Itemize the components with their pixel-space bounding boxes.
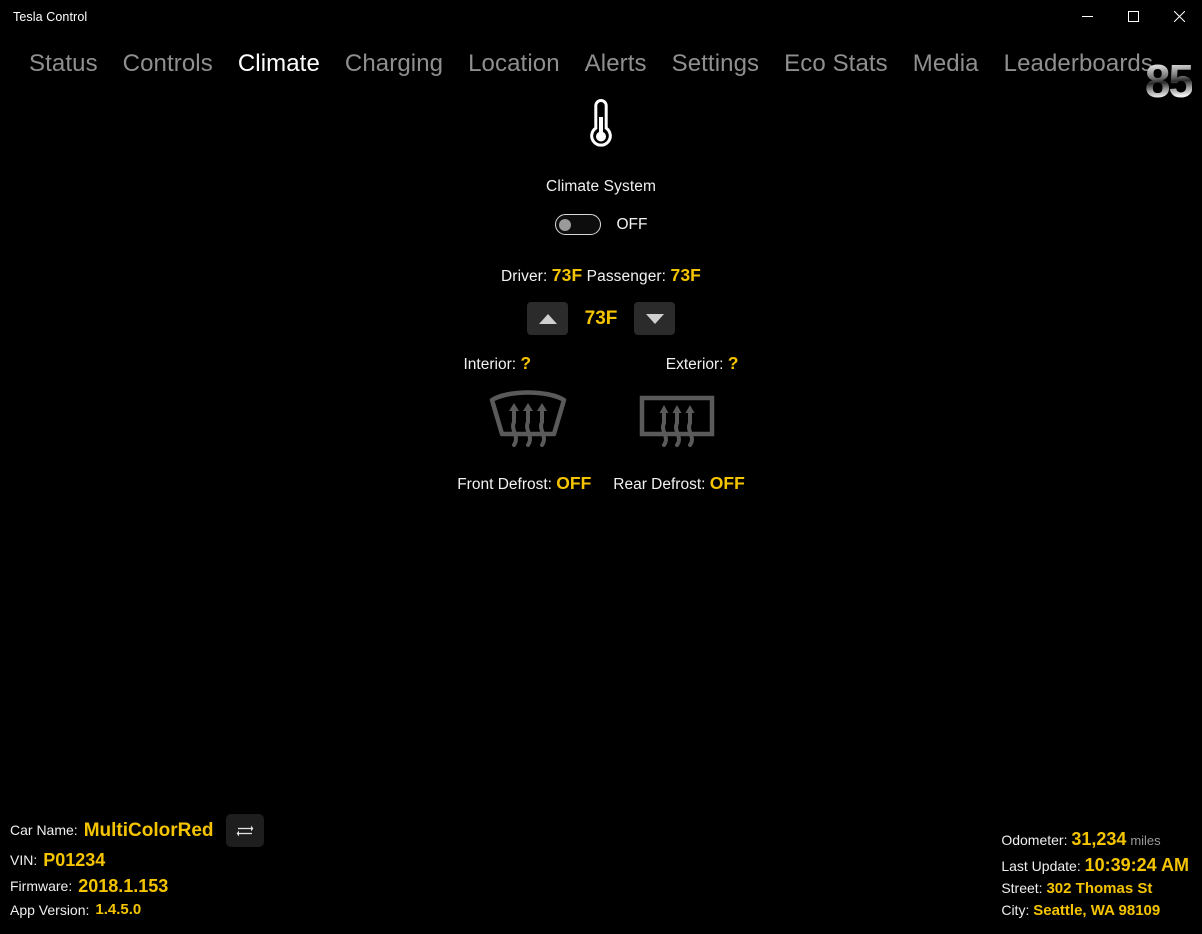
nav-items-container: Status Controls Climate Charging Location Ale… — [0, 33, 1202, 95]
city-row: City: Seattle, WA 98109 — [1001, 900, 1189, 921]
climate-system-toggle-row: OFF — [554, 214, 648, 235]
defrost-icons-row — [484, 386, 718, 453]
nav-item-media[interactable]: Media — [913, 52, 979, 76]
odometer-row: Odometer: 31,234 miles — [1001, 827, 1189, 853]
temperature-decrease-button[interactable] — [634, 302, 675, 335]
rear-defrost-status-group: Rear Defrost: OFF — [613, 473, 744, 494]
nav-item-status[interactable]: Status — [29, 52, 98, 76]
toggle-knob — [558, 218, 571, 231]
car-name-value: MultiColorRed — [83, 819, 214, 841]
status-info-panel: Odometer: 31,234 miles Last Update: 10:3… — [1001, 827, 1189, 921]
interior-temp-value: ? — [520, 353, 532, 373]
nav-item-alerts[interactable]: Alerts — [585, 52, 647, 76]
rear-defrost-label: Rear Defrost: — [613, 476, 706, 493]
triangle-up-icon — [538, 313, 557, 324]
street-value: 302 Thomas St — [1046, 880, 1153, 898]
window-title: Tesla Control — [13, 9, 88, 24]
temperature-stepper: 73F — [527, 302, 675, 335]
app-version-label: App Version: — [10, 901, 90, 918]
passenger-label: Passenger: — [586, 268, 667, 285]
front-defrost-status-group: Front Defrost: OFF — [457, 473, 591, 494]
city-label: City: — [1001, 901, 1030, 918]
nav-item-controls[interactable]: Controls — [123, 52, 213, 76]
interior-label: Interior: — [463, 356, 517, 373]
car-name-label: Car Name: — [10, 822, 78, 839]
vin-value: P01234 — [43, 850, 106, 871]
firmware-row: Firmware: 2018.1.153 — [10, 873, 264, 899]
defrost-status-row: Front Defrost: OFF Rear Defrost: OFF — [457, 473, 745, 494]
odometer-unit: miles — [1130, 833, 1161, 849]
odometer-value: 31,234 — [1071, 829, 1127, 850]
city-value: Seattle, WA 98109 — [1033, 901, 1161, 919]
close-button[interactable] — [1156, 0, 1202, 33]
window-controls — [1064, 0, 1202, 33]
driver-passenger-temps: Driver: 73F Passenger: 73F — [501, 265, 701, 286]
nav-item-eco-stats[interactable]: Eco Stats — [784, 52, 888, 76]
maximize-button[interactable] — [1110, 0, 1156, 33]
nav-item-location[interactable]: Location — [468, 52, 560, 76]
rear-defrost-icon[interactable] — [636, 388, 718, 453]
odometer-label: Odometer: — [1001, 832, 1068, 849]
nav-item-leaderboards[interactable]: Leaderboards — [1004, 52, 1153, 76]
street-label: Street: — [1001, 880, 1043, 897]
triangle-down-icon — [645, 313, 664, 324]
exterior-temp-group: Exterior: ? — [666, 353, 739, 374]
interior-temp-group: Interior: ? — [464, 353, 532, 374]
temperature-increase-button[interactable] — [527, 302, 568, 335]
rear-defrost-state: OFF — [709, 473, 745, 493]
app-version-value: 1.4.5.0 — [95, 901, 142, 919]
street-row: Street: 302 Thomas St — [1001, 878, 1189, 899]
passenger-temp-value: 73F — [670, 265, 701, 285]
nav-item-settings[interactable]: Settings — [672, 52, 760, 76]
last-update-value: 10:39:24 AM — [1084, 854, 1189, 875]
vehicle-info-panel: Car Name: MultiColorRed VIN: P01234 Firm… — [10, 814, 264, 921]
app-version-row: App Version: 1.4.5.0 — [10, 899, 264, 921]
vin-label: VIN: — [10, 851, 38, 868]
swap-arrows-icon — [236, 825, 253, 836]
vin-row: VIN: P01234 — [10, 847, 264, 873]
thermometer-icon — [588, 95, 614, 150]
last-update-row: Last Update: 10:39:24 AM — [1001, 853, 1189, 879]
climate-system-label: Climate System — [546, 178, 656, 195]
nav-item-climate[interactable]: Climate — [238, 52, 320, 76]
car-name-row: Car Name: MultiColorRed — [10, 814, 264, 848]
firmware-label: Firmware: — [10, 878, 73, 895]
climate-system-toggle[interactable] — [554, 214, 601, 235]
exterior-temp-value: ? — [727, 353, 739, 373]
minimize-button[interactable] — [1064, 0, 1110, 33]
set-temperature-value: 73F — [584, 307, 618, 329]
last-update-label: Last Update: — [1001, 857, 1081, 874]
exterior-label: Exterior: — [665, 356, 724, 373]
swap-car-button[interactable] — [225, 814, 264, 848]
front-defrost-state: OFF — [556, 473, 592, 493]
nav-item-charging[interactable]: Charging — [345, 52, 443, 76]
firmware-value: 2018.1.153 — [78, 876, 169, 897]
title-bar: Tesla Control — [0, 0, 1202, 33]
front-defrost-icon[interactable] — [484, 386, 572, 453]
driver-temp-value: 73F — [551, 265, 583, 285]
front-defrost-label: Front Defrost: — [457, 476, 552, 493]
climate-panel: Climate System OFF Driver: 73F Passenger… — [0, 95, 1202, 494]
driver-label: Driver: — [501, 268, 548, 285]
climate-system-state: OFF — [616, 215, 648, 233]
interior-exterior-temps: Interior: ? Exterior: ? — [464, 353, 739, 374]
main-navigation: Status Controls Climate Charging Location Ale… — [0, 33, 1202, 105]
